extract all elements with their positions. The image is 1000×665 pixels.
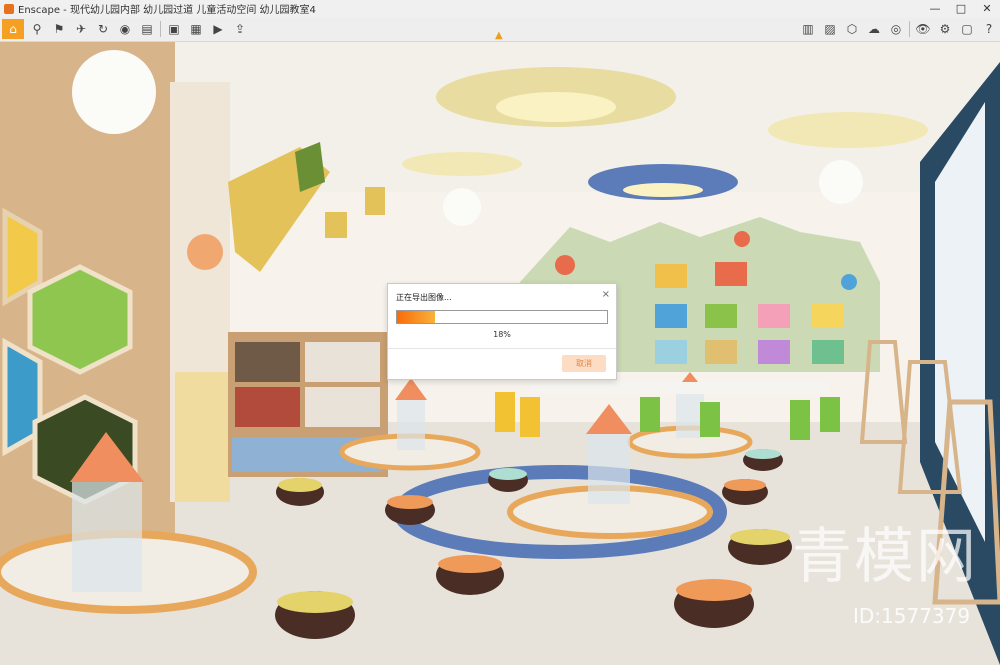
fly-mode-icon[interactable]: ✈	[72, 19, 90, 39]
dialog-title: 正在导出图像...	[396, 293, 452, 302]
batch-render-icon[interactable]: ▦	[187, 19, 205, 39]
title-bar: Enscape - 现代幼儿园内部 幼儿园过道 儿童活动空间 幼儿园教室4 — …	[0, 0, 1000, 17]
video-icon[interactable]: ▶	[209, 19, 227, 39]
sync-icon[interactable]: ↻	[94, 19, 112, 39]
close-window-button[interactable]: ✕	[974, 0, 1000, 17]
watermark-brand: 青模网	[792, 522, 978, 592]
screenshot-icon[interactable]: ▣	[165, 19, 183, 39]
walk-mode-icon[interactable]: ⚑	[50, 19, 68, 39]
maximize-button[interactable]: □	[948, 0, 974, 17]
help-icon[interactable]: ?	[980, 19, 998, 39]
enscape-logo-icon	[4, 3, 14, 14]
visibility-icon[interactable]: 👁	[914, 19, 932, 39]
home-icon[interactable]: ⌂	[2, 19, 24, 39]
toolbar-separator	[160, 21, 161, 37]
views-icon[interactable]: ▤	[138, 19, 156, 39]
upload-icon[interactable]: ☁	[865, 19, 883, 39]
asset-library-icon[interactable]: ▥	[799, 19, 817, 39]
capture-settings-icon[interactable]: ▢	[958, 19, 976, 39]
dialog-divider	[388, 348, 616, 349]
link-icon[interactable]: ⚲	[28, 19, 46, 39]
export-progress-dialog: 正在导出图像... × 18% 取消	[387, 283, 617, 380]
collapse-toolbar-chevron-icon[interactable]: ▲	[495, 30, 503, 41]
objects-icon[interactable]: ⬡	[843, 19, 861, 39]
camera-icon[interactable]: ◉	[116, 19, 134, 39]
watermark-id: ID:1577379	[853, 604, 971, 628]
window-controls: — □ ✕	[922, 0, 1000, 17]
progress-bar-fill	[397, 311, 435, 323]
dialog-close-icon[interactable]: ×	[602, 289, 610, 300]
toolbar-separator-right	[909, 21, 910, 37]
material-editor-icon[interactable]: ▨	[821, 19, 839, 39]
minimize-button[interactable]: —	[922, 0, 948, 17]
progress-percent: 18%	[493, 330, 511, 339]
cancel-button[interactable]: 取消	[562, 355, 606, 372]
window-title: Enscape - 现代幼儿园内部 幼儿园过道 儿童活动空间 幼儿园教室4	[18, 5, 316, 16]
export-icon[interactable]: ⇪	[231, 19, 249, 39]
settings-icon[interactable]: ⚙	[936, 19, 954, 39]
vr-headset-icon[interactable]: ◎	[887, 19, 905, 39]
export-progress-bar	[396, 310, 608, 324]
